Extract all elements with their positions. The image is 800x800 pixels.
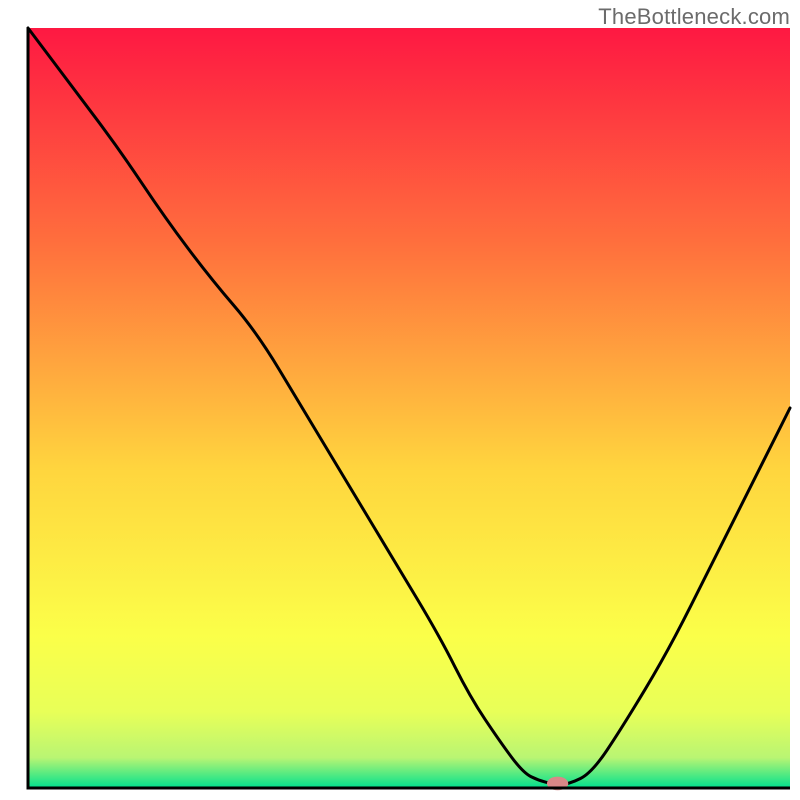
chart-svg (0, 0, 800, 800)
watermark-label: TheBottleneck.com (598, 4, 790, 30)
chart-container: { "watermark": "TheBottleneck.com", "col… (0, 0, 800, 800)
plot-background (28, 28, 790, 788)
